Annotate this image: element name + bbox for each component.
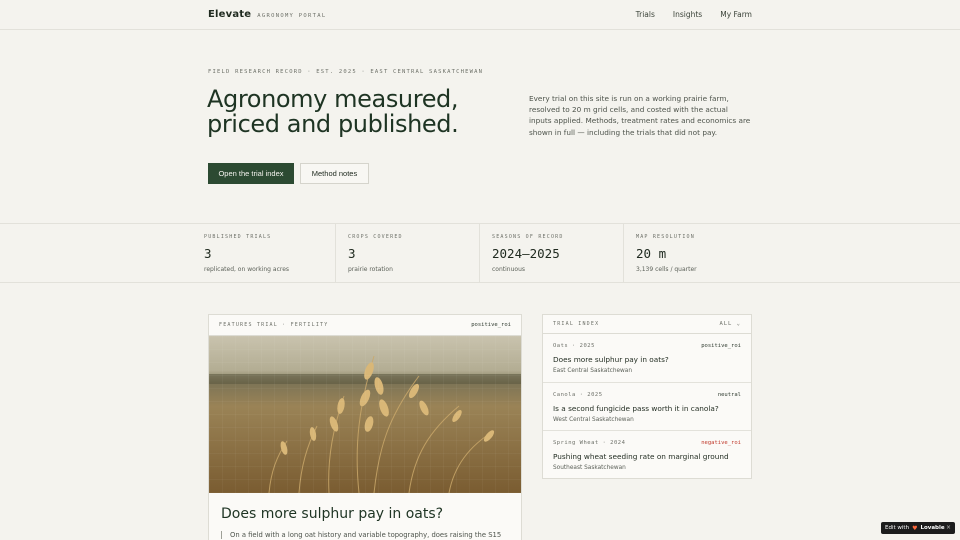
- trial-list-item[interactable]: Oats · 2025 positive_roi Does more sulph…: [543, 334, 751, 383]
- method-notes-button[interactable]: Method notes: [300, 163, 369, 184]
- brand-subtitle: AGRONOMY PORTAL: [257, 13, 327, 19]
- site-header: Elevate AGRONOMY PORTAL Trials Insights …: [0, 0, 960, 30]
- brand[interactable]: Elevate AGRONOMY PORTAL: [208, 9, 326, 20]
- stat-sub: prairie rotation: [348, 266, 393, 273]
- trial-title: Pushing wheat seeding rate on marginal g…: [553, 452, 729, 461]
- roi-badge: positive_roi: [471, 322, 511, 328]
- stat-value: 20 m: [636, 246, 667, 261]
- stat-seasons-of-record: SEASONS OF RECORD 2024–2025 continuous: [480, 224, 624, 282]
- edit-with-lovable-badge[interactable]: Edit with ♥ Lovable ×: [881, 522, 955, 534]
- stat-published-trials: PUBLISHED TRIALS 3 replicated, on workin…: [0, 224, 336, 282]
- featured-trial-title[interactable]: Does more sulphur pay in oats?: [221, 506, 443, 522]
- stat-value: 3: [204, 246, 212, 261]
- stat-value: 3: [348, 246, 356, 261]
- stat-value: 2024–2025: [492, 246, 560, 261]
- hero-title-line-2: priced and published.: [207, 110, 459, 138]
- oat-field-photo: [209, 336, 521, 493]
- featured-card-header: FEATURES TRIAL · FERTILITY positive_roi: [209, 315, 521, 336]
- hero-description: Every trial on this site is run on a wor…: [529, 94, 751, 137]
- roi-badge: positive_roi: [701, 343, 741, 349]
- lovable-heart-icon: ♥: [912, 524, 918, 532]
- stat-map-resolution: MAP RESOLUTION 20 m 3,139 cells / quarte…: [624, 224, 960, 282]
- hero-title: Agronomy measured, priced and published.: [207, 87, 507, 137]
- stat-sub: 3,139 cells / quarter: [636, 266, 697, 273]
- nav-my-farm-link[interactable]: My Farm: [720, 10, 752, 19]
- trial-list-item[interactable]: Canola · 2025 neutral Is a second fungic…: [543, 383, 751, 431]
- hero-title-line-1: Agronomy measured,: [207, 85, 459, 113]
- stats-band: PUBLISHED TRIALS 3 replicated, on workin…: [0, 223, 960, 283]
- trial-region: Southeast Saskatchewan: [553, 465, 626, 471]
- featured-trial-card[interactable]: FEATURES TRIAL · FERTILITY positive_roi: [208, 314, 522, 540]
- trial-title: Is a second fungicide pass worth it in c…: [553, 403, 719, 413]
- trial-filter-dropdown[interactable]: ALL ⌄: [719, 321, 741, 327]
- trial-list-item[interactable]: Spring Wheat · 2024 negative_roi Pushing…: [543, 431, 751, 480]
- featured-trial-excerpt: On a field with a long oat history and v…: [221, 531, 511, 539]
- stat-sub: continuous: [492, 266, 525, 273]
- trial-index-title: TRIAL INDEX: [553, 321, 600, 327]
- stat-sub: replicated, on working acres: [204, 266, 290, 273]
- close-icon[interactable]: ×: [946, 524, 951, 531]
- nav-insights-link[interactable]: Insights: [673, 10, 702, 19]
- stat-crops-covered: CROPS COVERED 3 prairie rotation: [336, 224, 480, 282]
- stat-label: PUBLISHED TRIALS: [204, 234, 272, 240]
- nav-trials-link[interactable]: Trials: [636, 10, 655, 19]
- badge-prefix: Edit with: [885, 525, 910, 531]
- main-nav: Trials Insights My Farm: [636, 10, 752, 19]
- hero-eyebrow: FIELD RESEARCH RECORD · EST. 2025 · EAST…: [208, 69, 484, 75]
- roi-badge: neutral: [717, 391, 741, 398]
- featured-trial-tag: FEATURES TRIAL · FERTILITY: [219, 322, 329, 328]
- stat-label: SEASONS OF RECORD: [492, 234, 564, 240]
- stat-label: MAP RESOLUTION: [636, 234, 695, 240]
- open-trial-index-button[interactable]: Open the trial index: [208, 163, 294, 184]
- trial-meta: Canola · 2025: [553, 391, 603, 398]
- trial-region: East Central Saskatchewan: [553, 368, 633, 374]
- trial-index-header: TRIAL INDEX ALL ⌄: [543, 315, 751, 334]
- trial-title: Does more sulphur pay in oats?: [553, 355, 669, 364]
- roi-badge: negative_roi: [701, 440, 741, 446]
- trial-index-panel: TRIAL INDEX ALL ⌄ Oats · 2025 positive_r…: [542, 314, 752, 479]
- stat-label: CROPS COVERED: [348, 234, 403, 240]
- badge-brand: Lovable: [920, 525, 945, 531]
- brand-name[interactable]: Elevate: [208, 9, 251, 20]
- trial-region: West Central Saskatchewan: [553, 416, 634, 423]
